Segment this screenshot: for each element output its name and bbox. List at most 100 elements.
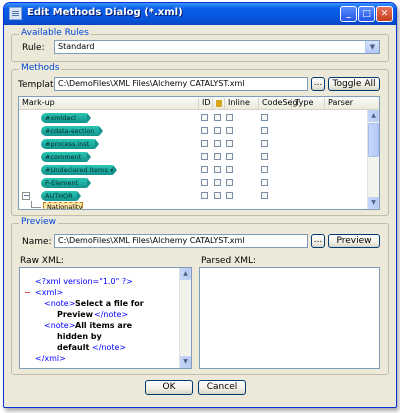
raw-xml-view[interactable]: <?xml version="1.0" ?> − <xml> <note> Se… [19,267,192,369]
checkbox-inline[interactable] [226,127,233,134]
parsed-xml-view[interactable] [199,267,380,369]
checkbox-id[interactable] [201,127,208,134]
checkbox-id[interactable] [201,192,208,199]
ok-button[interactable]: OK [145,380,193,395]
xml-close-tag: </xml> [35,354,66,363]
name-field[interactable]: C:\DemoFiles\XML Files\Alchemy CATALYST.… [54,234,308,248]
template-browse-button[interactable]: ... [311,77,325,91]
methods-group: Methods Template: C:\DemoFiles\XML Files… [11,63,389,216]
note-close-tag-1: </note> [94,310,129,319]
maximize-button[interactable]: □ [358,6,375,22]
checkbox-lock[interactable] [214,127,221,134]
tag-process-inst[interactable]: #process.inst [41,139,99,149]
template-field[interactable]: C:\DemoFiles\XML Files\Alchemy CATALYST.… [54,77,308,91]
checkbox-lock[interactable] [214,140,221,147]
checkbox-lock[interactable] [214,153,221,160]
raw-scroll-up-icon[interactable]: ▲ [180,268,191,280]
tag-comment[interactable]: #comment [41,152,91,162]
column-codeseg[interactable]: CodeSeg [259,98,298,109]
rule-select[interactable]: Standard ▼ [54,40,380,54]
scroll-up-icon[interactable]: ▲ [368,110,379,122]
checkbox-codeseg[interactable] [261,179,268,186]
tag-cdata-section[interactable]: #cdata-section [41,126,103,136]
checkbox-inline[interactable] [226,114,233,121]
column-type[interactable]: Type [292,98,325,109]
note-text-2b: hidden by [57,332,102,341]
available-rules-group: Available Rules Rule: Standard ▼ [11,28,389,62]
tag-p-element[interactable]: P-Element [41,178,91,188]
chevron-down-icon[interactable]: ▼ [365,41,379,53]
checkbox-id[interactable] [201,179,208,186]
tree-collapse-icon[interactable]: − [22,192,30,200]
tag-nationality[interactable]: Nationality [43,202,83,209]
scroll-down-icon[interactable]: ▼ [368,197,379,209]
rule-label: Rule: [22,43,45,53]
note-text-2c: default [57,343,90,352]
checkbox-lock[interactable] [214,166,221,173]
raw-xml-label: Raw XML: [20,256,64,266]
toggle-all-button[interactable]: Toggle All [328,77,380,91]
window-title: Edit Methods Dialog (*.xml) [27,7,183,18]
cancel-button[interactable]: Cancel [198,380,246,395]
note-text-1b: Preview [57,310,94,319]
scroll-thumb[interactable] [368,123,379,157]
checkbox-lock[interactable] [214,114,221,121]
checkbox-inline[interactable] [226,153,233,160]
dialog-icon [9,7,22,20]
template-value: C:\DemoFiles\XML Files\Alchemy CATALYST.… [58,79,245,88]
xml-collapse-icon[interactable]: − [24,288,31,297]
xml-open-tag: <xml> [35,288,64,297]
parsed-xml-label: Parsed XML: [201,256,257,266]
checkbox-codeseg[interactable] [261,114,268,121]
tag-author[interactable]: AUTHOR [41,191,81,201]
checkbox-lock[interactable] [214,179,221,186]
xml-declaration: <?xml version="1.0" ?> [35,277,133,286]
listview-scrollbar[interactable]: ▲ ▼ [367,110,379,209]
raw-xml-scrollbar[interactable]: ▲ ▼ [179,268,191,368]
checkbox-codeseg[interactable] [261,153,268,160]
column-markup[interactable]: Mark-up [19,98,199,109]
rule-value: Standard [58,42,95,51]
preview-label: Preview [19,217,59,227]
checkbox-inline[interactable] [226,192,233,199]
tag-xmldecl[interactable]: #xmldecl [41,113,91,123]
tree-line-branch [31,207,41,208]
checkbox-inline[interactable] [226,166,233,173]
name-value: C:\DemoFiles\XML Files\Alchemy CATALYST.… [58,236,245,245]
checkbox-inline[interactable] [226,179,233,186]
checkbox-inline[interactable] [226,140,233,147]
name-browse-button[interactable]: ... [311,234,325,248]
methods-label: Methods [19,63,62,73]
methods-listview[interactable]: Mark-up ID Inline CodeSeg Type Parser #x… [18,96,380,210]
lock-icon [216,100,222,107]
column-lock[interactable] [213,98,225,109]
note-open-tag-2: <note> [44,321,76,330]
checkbox-codeseg[interactable] [261,166,268,173]
checkbox-codeseg[interactable] [261,140,268,147]
checkbox-id[interactable] [201,140,208,147]
checkbox-id[interactable] [201,114,208,121]
close-button[interactable]: ✕ [376,6,393,22]
preview-button[interactable]: Preview [328,234,380,248]
raw-scroll-down-icon[interactable]: ▼ [180,356,191,368]
checkbox-codeseg[interactable] [261,127,268,134]
column-parser[interactable]: Parser [325,98,367,109]
checkbox-codeseg[interactable] [261,192,268,199]
checkbox-id[interactable] [201,166,208,173]
note-text-1a: Select a file for [75,299,144,308]
available-rules-label: Available Rules [19,28,91,38]
edit-methods-dialog: Edit Methods Dialog (*.xml) _ □ ✕ Availa… [3,2,397,408]
title-bar[interactable]: Edit Methods Dialog (*.xml) _ □ ✕ [4,3,396,25]
column-id[interactable]: ID [199,98,213,109]
checkbox-id[interactable] [201,153,208,160]
note-close-tag-2: </note> [92,343,127,352]
name-label: Name: [22,237,52,247]
note-open-tag-1: <note> [44,299,76,308]
listview-header: Mark-up ID Inline CodeSeg Type Parser [19,97,379,110]
column-inline[interactable]: Inline [225,98,259,109]
note-text-2a: All items are [75,321,133,330]
preview-group: Preview Name: C:\DemoFiles\XML Files\Alc… [11,217,389,375]
tag-undeclared-items[interactable]: #Undeclared Items # [41,165,117,175]
checkbox-lock[interactable] [214,192,221,199]
minimize-button[interactable]: _ [340,6,357,22]
